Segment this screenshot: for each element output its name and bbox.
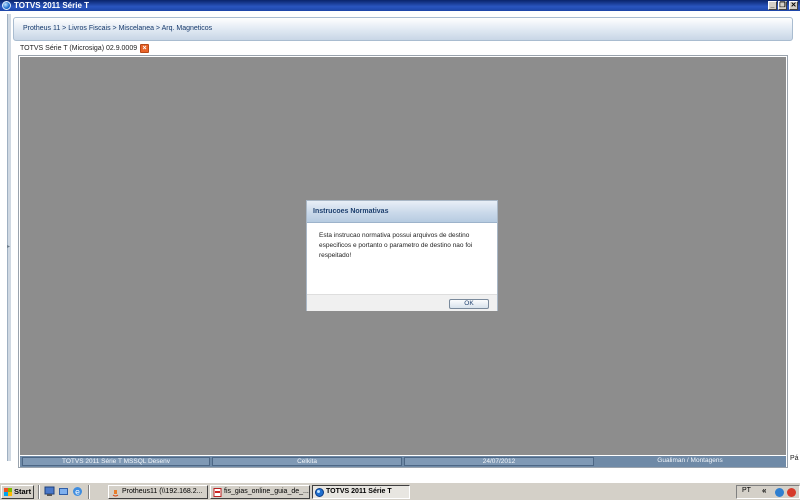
tab-bar: TOTVS Série T (Microsiga) 02.9.0009 × xyxy=(18,44,178,55)
status-user: Celkita xyxy=(212,457,402,466)
pdf-icon xyxy=(213,488,222,497)
task-protheus[interactable]: Protheus11 (\\192.168.2... xyxy=(108,485,208,499)
task-label: TOTVS 2011 Série T xyxy=(326,488,392,495)
tab-label[interactable]: TOTVS Série T (Microsiga) 02.9.0009 xyxy=(20,45,137,52)
page-edge-text: Pá xyxy=(790,455,799,462)
start-label: Start xyxy=(14,487,32,496)
window-title-bar[interactable]: TOTVS 2011 Série T _ ❐ ✕ xyxy=(0,0,800,11)
tab-close-icon[interactable]: × xyxy=(140,44,149,53)
show-desktop-icon[interactable] xyxy=(44,486,55,497)
dialog-title: Instrucoes Normativas xyxy=(313,208,389,215)
windows-logo-icon xyxy=(4,488,12,496)
taskbar: Start e Protheus11 (\\192.168.2... fis_g… xyxy=(0,482,800,500)
tray-expand-icon[interactable]: « xyxy=(762,486,766,495)
network-icon[interactable] xyxy=(775,488,784,497)
close-icon[interactable]: ✕ xyxy=(789,1,798,10)
expand-arrow-icon[interactable]: ▸ xyxy=(7,243,10,250)
dialog-footer: OK xyxy=(307,294,497,311)
breadcrumb[interactable]: Protheus 11 > Livros Fiscais > Miscelane… xyxy=(23,25,212,32)
ie-icon[interactable]: e xyxy=(72,486,83,497)
media-icon[interactable] xyxy=(58,486,69,497)
left-collapse-bar[interactable] xyxy=(7,14,11,461)
minimize-icon[interactable]: _ xyxy=(768,1,777,10)
dialog-message: Esta instrucao normativa possui arquivos… xyxy=(319,232,473,259)
start-button[interactable]: Start xyxy=(1,485,34,499)
status-date: 24/07/2012 xyxy=(404,457,594,466)
task-totvs[interactable]: TOTVS 2011 Série T xyxy=(312,485,410,499)
window-title: TOTVS 2011 Série T xyxy=(14,1,90,10)
menu-header: Protheus 11 > Livros Fiscais > Miscelane… xyxy=(13,17,793,41)
java-icon xyxy=(112,490,119,497)
status-environment: TOTVS 2011 Série T MSSQL Desenv xyxy=(22,457,210,466)
app-globe-icon xyxy=(2,1,11,10)
system-tray: PT « xyxy=(736,485,800,499)
taskbar-separator xyxy=(88,485,90,499)
ok-button[interactable]: OK xyxy=(449,299,489,309)
status-bar: TOTVS 2011 Série T MSSQL Desenv Celkita … xyxy=(20,456,786,467)
task-label: fis_gias_online_guia_de_... xyxy=(224,488,309,495)
language-indicator[interactable]: PT xyxy=(742,487,751,494)
svg-text:e: e xyxy=(75,488,80,497)
task-label: Protheus11 (\\192.168.2... xyxy=(122,488,203,495)
dialog-header[interactable]: Instrucoes Normativas xyxy=(307,201,497,223)
restore-icon[interactable]: ❐ xyxy=(778,1,787,10)
status-company: Gualiman / Montagens xyxy=(657,457,723,464)
totvs-icon xyxy=(315,488,324,497)
taskbar-separator xyxy=(38,485,40,499)
message-dialog: Instrucoes Normativas Esta instrucao nor… xyxy=(306,200,498,311)
task-pdf[interactable]: fis_gias_online_guia_de_... xyxy=(210,485,310,499)
acrobat-tray-icon[interactable] xyxy=(787,488,796,497)
